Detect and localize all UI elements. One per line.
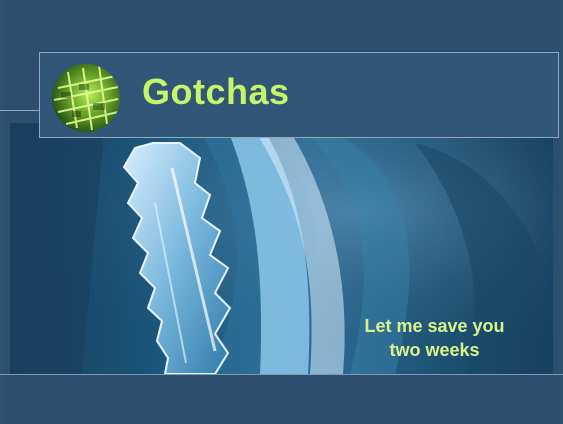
green-circuit-board-icon (52, 64, 120, 132)
callout-line-1: Let me save you (364, 316, 505, 336)
slide-title: Gotchas (142, 71, 290, 112)
callout-text: Let me save you two weeks (332, 314, 537, 363)
slide: Gotchas Let me save you two weeks (0, 0, 563, 424)
hero-divider-bottom (0, 374, 563, 375)
title-divider-left (0, 110, 39, 111)
callout-line-2: two weeks (389, 340, 480, 361)
